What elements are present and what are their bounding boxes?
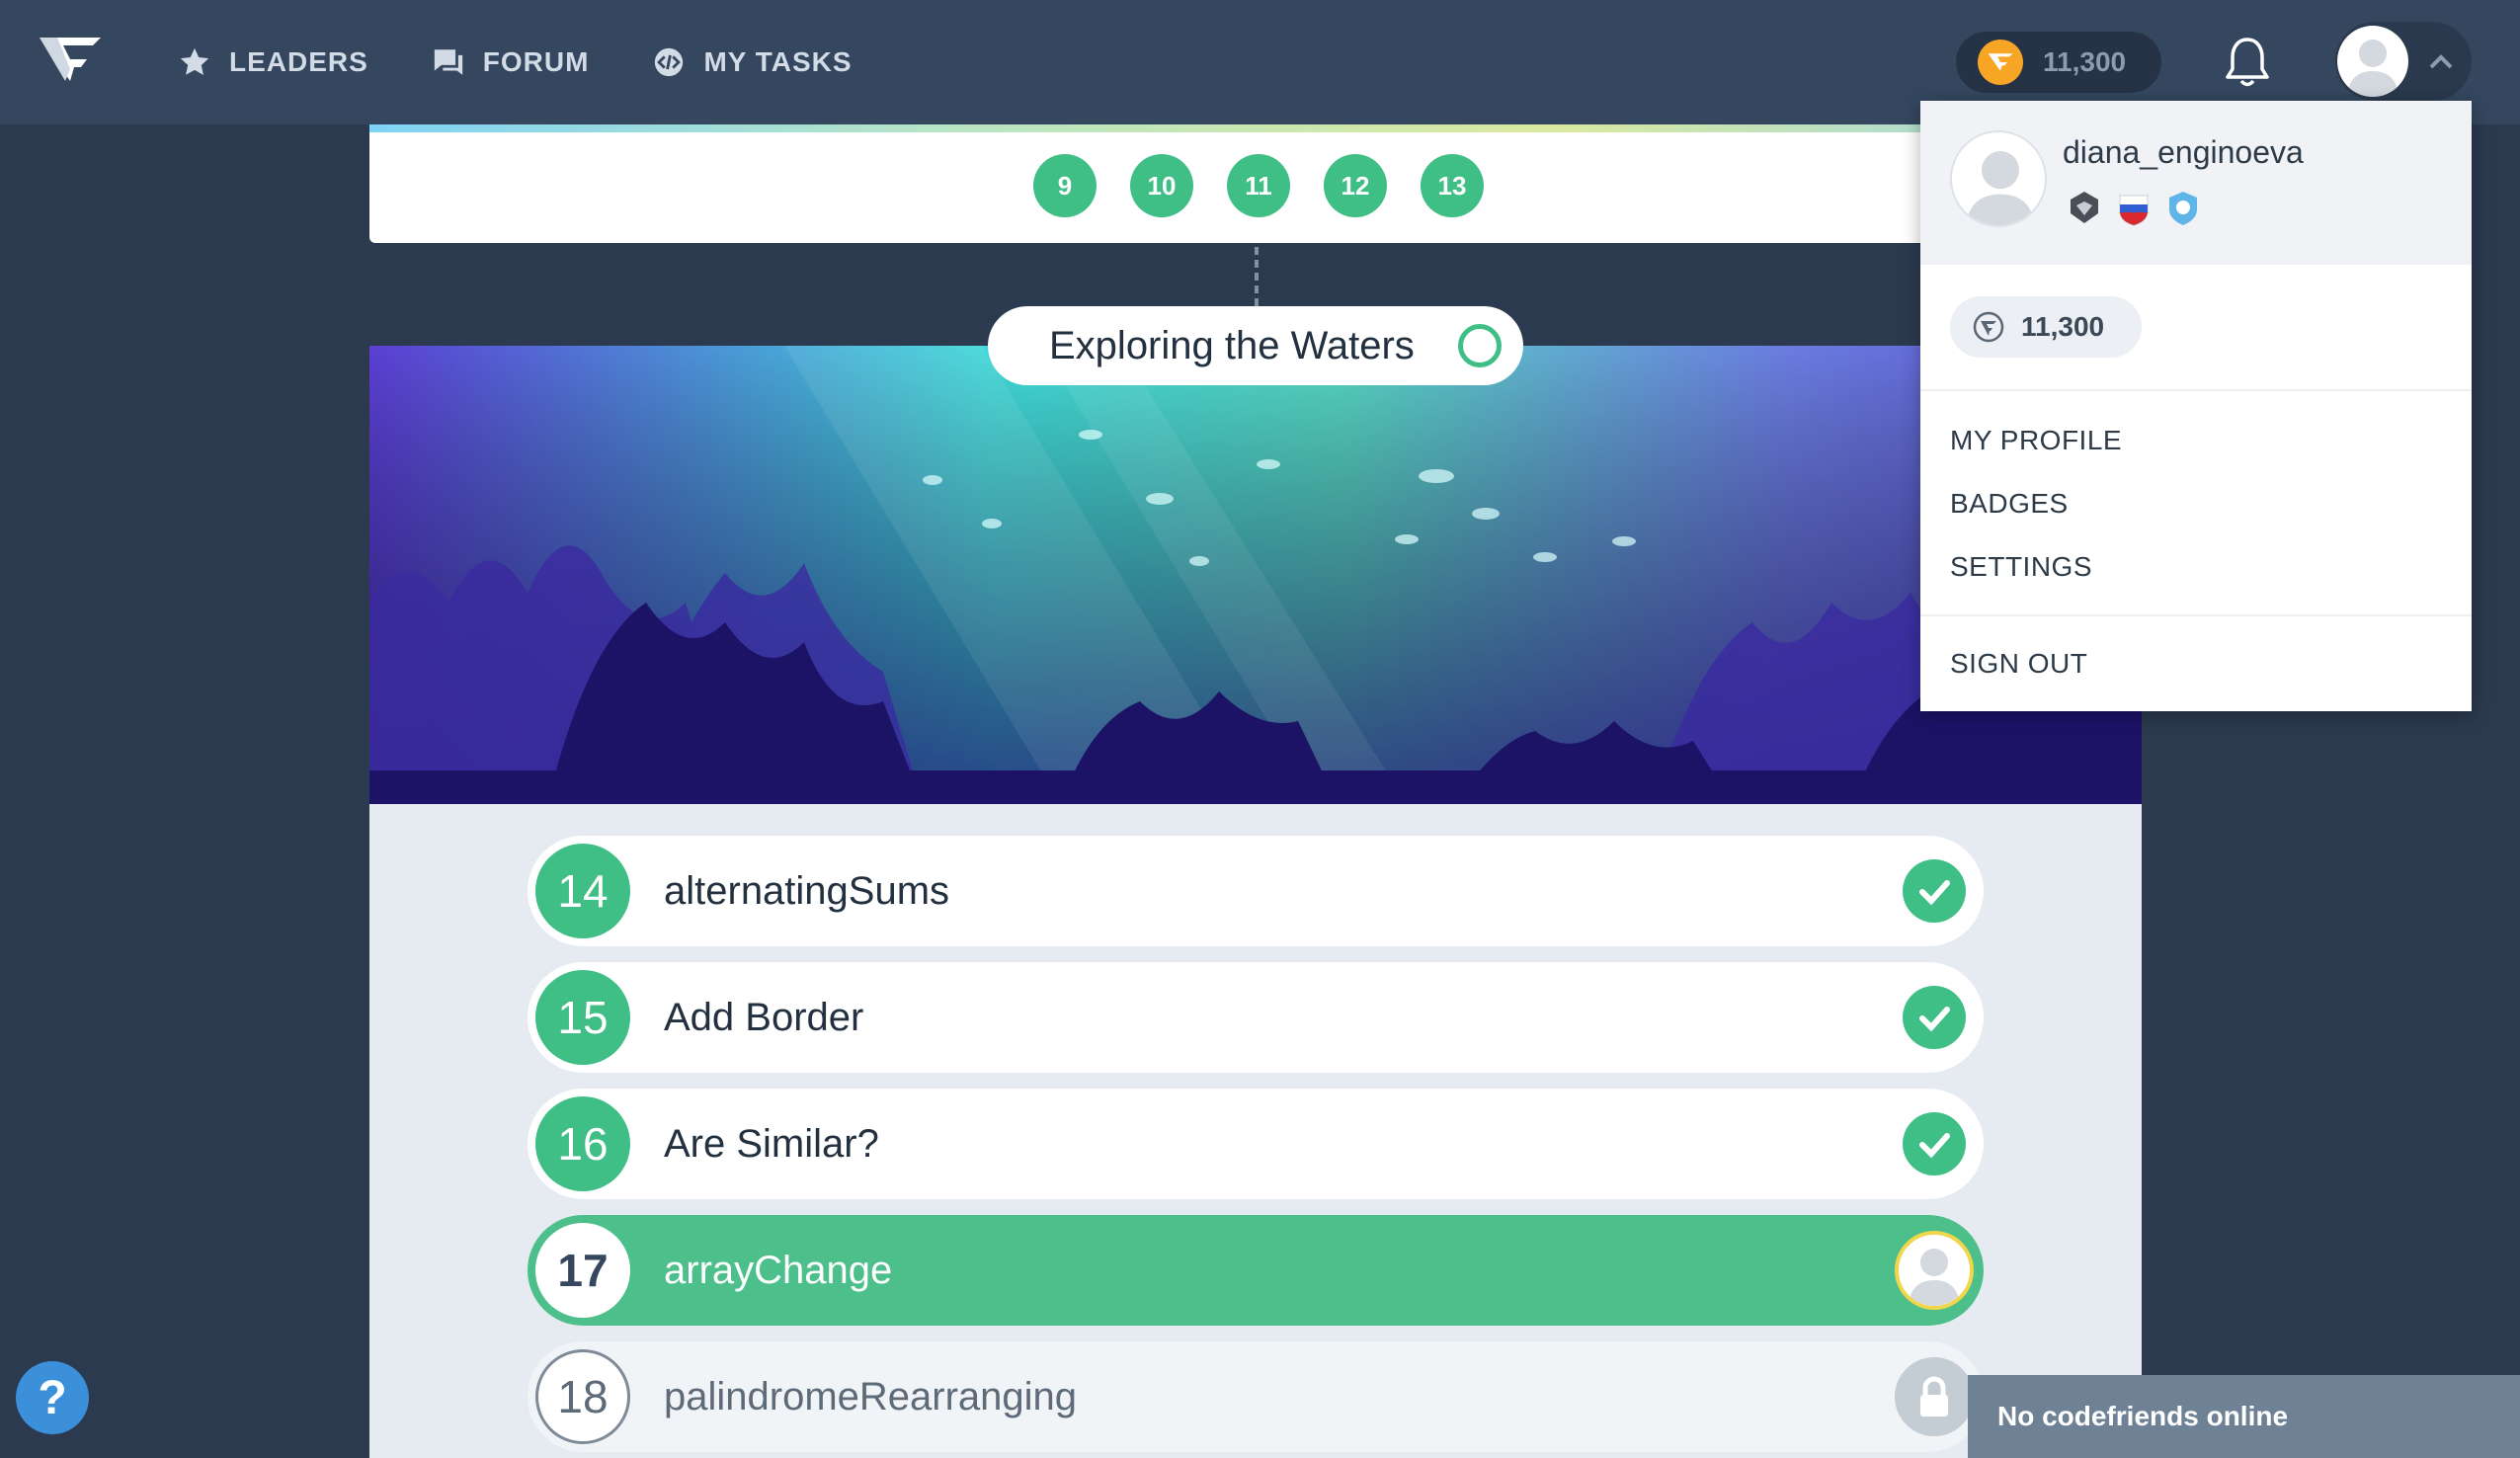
forum-icon (434, 49, 462, 75)
avatar[interactable] (1950, 130, 2047, 227)
task-title: palindromeRearranging (664, 1374, 1078, 1418)
menu-item-sign-out[interactable]: SIGN OUT (1950, 648, 2087, 680)
checkmark-icon (1903, 859, 1966, 923)
nav-forum[interactable]: FORUM (432, 45, 590, 79)
coin-icon (1973, 311, 2004, 343)
lock-icon (1895, 1357, 1974, 1436)
avatar (2337, 26, 2408, 97)
chapter-banner-illustration (369, 346, 2142, 804)
shield-badge-icon[interactable] (2165, 188, 2201, 227)
level-selector: 9 10 11 12 13 (1033, 154, 1484, 217)
checkmark-icon (1903, 1112, 1966, 1175)
notifications-bell-icon[interactable] (2223, 36, 2272, 89)
task-list: 14 alternatingSums 15 Add Border 16 Are … (369, 804, 2142, 1458)
task-row[interactable]: 16 Are Similar? (528, 1089, 1984, 1199)
dropdown-coin-value: 11,300 (2021, 311, 2105, 342)
star-icon (180, 47, 209, 75)
task-title: Add Border (664, 995, 864, 1039)
dropdown-header: diana_enginoeva (1920, 101, 2472, 265)
task-number: 17 (535, 1223, 630, 1318)
menu-item-badges[interactable]: BADGES (1950, 488, 2069, 520)
coin-balance-value: 11,300 (2043, 46, 2127, 77)
username[interactable]: diana_enginoeva (2063, 134, 2304, 171)
chapter-title: Exploring the Waters (1049, 323, 1415, 367)
task-number: 18 (535, 1349, 630, 1444)
dropdown-coin-balance[interactable]: 11,300 (1950, 296, 2142, 358)
divider (1920, 389, 2472, 391)
user-dropdown-menu: diana_enginoeva 11,300 MY PROFILE BADGES… (1920, 101, 2472, 711)
task-row-locked[interactable]: 18 palindromeRearranging (528, 1341, 1984, 1452)
badge-list (2067, 188, 2201, 227)
levels-card: 9 10 11 12 13 (369, 124, 2142, 243)
chapter-progress-ring-icon (1457, 324, 1502, 367)
nav-leaders[interactable]: LEADERS (178, 45, 368, 79)
nav-my-tasks[interactable]: MY TASKS (652, 45, 852, 79)
user-avatar-icon (1895, 1231, 1974, 1310)
task-number: 14 (535, 844, 630, 938)
nav-forum-label: FORUM (482, 46, 590, 77)
level-dot[interactable]: 10 (1130, 154, 1193, 217)
codefriends-status-bar[interactable]: No codefriends online (1968, 1375, 2520, 1458)
russia-flag-icon[interactable] (2116, 188, 2152, 227)
level-dot[interactable]: 9 (1033, 154, 1097, 217)
user-menu-button[interactable] (2335, 22, 2472, 101)
task-number: 15 (535, 970, 630, 1065)
task-row[interactable]: 15 Add Border (528, 962, 1984, 1073)
connector-line (1255, 247, 1259, 306)
menu-item-my-profile[interactable]: MY PROFILE (1950, 425, 2122, 456)
progress-strip (369, 124, 2142, 132)
main-nav: LEADERS FORUM MY TASKS (178, 0, 853, 124)
coin-balance[interactable]: 11,300 (1956, 32, 2161, 93)
codesignal-logo-icon[interactable] (36, 30, 105, 89)
league-badge-icon[interactable] (2067, 188, 2102, 227)
task-title: arrayChange (664, 1248, 893, 1292)
chevron-up-icon (2429, 54, 2453, 69)
task-number: 16 (535, 1096, 630, 1191)
level-dot[interactable]: 12 (1324, 154, 1387, 217)
task-row-current[interactable]: 17 arrayChange (528, 1215, 1984, 1326)
task-row[interactable]: 14 alternatingSums (528, 836, 1984, 946)
chapter-title-pill[interactable]: Exploring the Waters (988, 306, 1523, 385)
nav-my-tasks-label: MY TASKS (703, 46, 853, 77)
task-title: Are Similar? (664, 1121, 879, 1166)
task-title: alternatingSums (664, 868, 950, 913)
tasks-icon (655, 47, 684, 77)
checkmark-icon (1903, 986, 1966, 1049)
level-dot[interactable]: 11 (1227, 154, 1290, 217)
menu-item-settings[interactable]: SETTINGS (1950, 551, 2092, 583)
help-button[interactable]: ? (16, 1361, 89, 1434)
divider (1920, 614, 2472, 616)
coin-icon (1978, 40, 2023, 85)
level-dot[interactable]: 13 (1421, 154, 1484, 217)
nav-leaders-label: LEADERS (229, 46, 368, 77)
